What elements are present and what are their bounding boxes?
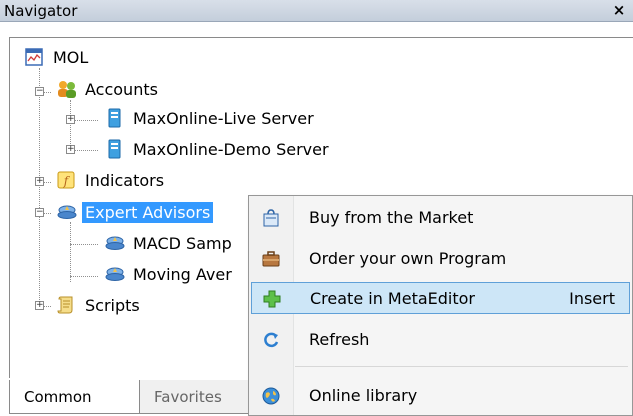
tree-item-moving-average[interactable]: Moving Aver bbox=[104, 262, 235, 286]
tree-label-expert-advisors: Expert Advisors bbox=[82, 201, 214, 223]
tree-item-accounts[interactable]: Accounts bbox=[56, 77, 161, 101]
server-icon bbox=[104, 139, 124, 159]
terminal-icon bbox=[24, 47, 44, 67]
menu-label-buy: Buy from the Market bbox=[309, 208, 474, 227]
tree-label-mol: MOL bbox=[53, 47, 89, 67]
expert-advisor-icon bbox=[104, 233, 125, 253]
close-icon[interactable]: × bbox=[611, 1, 627, 19]
expand-icon[interactable]: + bbox=[66, 145, 75, 154]
tree-label-macd: MACD Samp bbox=[133, 233, 232, 253]
tab-common[interactable]: Common bbox=[9, 380, 140, 414]
context-menu: Buy from the Market Order your own Progr… bbox=[248, 195, 633, 416]
tree-line bbox=[70, 100, 71, 150]
navigator-titlebar: Navigator × bbox=[0, 0, 633, 22]
tree-line bbox=[39, 68, 40, 308]
menu-item-online-library[interactable]: Online library bbox=[251, 380, 630, 412]
menu-item-order-program[interactable]: Order your own Program bbox=[251, 243, 630, 275]
menu-label-refresh: Refresh bbox=[309, 330, 370, 349]
menu-item-create-in-metaeditor[interactable]: Create in MetaEditor Insert bbox=[251, 282, 630, 314]
refresh-icon bbox=[261, 330, 281, 350]
expand-icon[interactable]: + bbox=[35, 301, 44, 310]
tree-item-mol[interactable]: MOL bbox=[24, 45, 91, 69]
navigator-title: Navigator bbox=[4, 2, 78, 20]
accounts-icon bbox=[56, 79, 76, 99]
collapse-icon[interactable]: − bbox=[35, 87, 44, 96]
tree-label-live-server: MaxOnline-Live Server bbox=[133, 108, 314, 128]
tree-item-demo-server[interactable]: MaxOnline-Demo Server bbox=[104, 137, 332, 161]
scripts-icon bbox=[56, 295, 76, 315]
tree-label-indicators: Indicators bbox=[85, 170, 165, 190]
expert-advisor-icon bbox=[104, 264, 125, 284]
tree-label-moving-average: Moving Aver bbox=[133, 264, 232, 284]
expert-advisor-icon bbox=[56, 202, 77, 222]
menu-separator bbox=[295, 366, 628, 367]
server-icon bbox=[104, 108, 124, 128]
tab-favorites[interactable]: Favorites bbox=[140, 380, 250, 414]
menu-item-buy-from-market[interactable]: Buy from the Market bbox=[251, 202, 630, 234]
expand-icon[interactable]: + bbox=[35, 177, 44, 186]
menu-label-online: Online library bbox=[309, 386, 418, 405]
tree-line bbox=[70, 222, 71, 282]
tree-item-live-server[interactable]: MaxOnline-Live Server bbox=[104, 106, 317, 130]
tree-item-macd[interactable]: MACD Samp bbox=[104, 231, 235, 255]
collapse-icon[interactable]: − bbox=[35, 208, 44, 217]
menu-label-create: Create in MetaEditor bbox=[310, 289, 475, 308]
tree-label-accounts: Accounts bbox=[85, 79, 158, 99]
indicators-icon: f bbox=[56, 170, 76, 190]
menu-shortcut-insert: Insert bbox=[569, 289, 615, 308]
tree-item-expert-advisors[interactable]: Expert Advisors bbox=[56, 200, 214, 224]
expand-icon[interactable]: + bbox=[66, 115, 75, 124]
globe-icon bbox=[261, 386, 281, 406]
menu-item-refresh[interactable]: Refresh bbox=[251, 324, 630, 356]
tree-label-demo-server: MaxOnline-Demo Server bbox=[133, 139, 329, 159]
tree-item-indicators[interactable]: f Indicators bbox=[56, 168, 167, 192]
market-bag-icon bbox=[261, 208, 281, 228]
briefcase-icon bbox=[261, 249, 281, 269]
add-plus-icon bbox=[262, 289, 282, 309]
tree-item-scripts[interactable]: Scripts bbox=[56, 293, 143, 317]
tree-line bbox=[70, 244, 98, 245]
tree-line bbox=[70, 276, 98, 277]
menu-label-order: Order your own Program bbox=[309, 249, 507, 268]
tree-label-scripts: Scripts bbox=[85, 295, 140, 315]
